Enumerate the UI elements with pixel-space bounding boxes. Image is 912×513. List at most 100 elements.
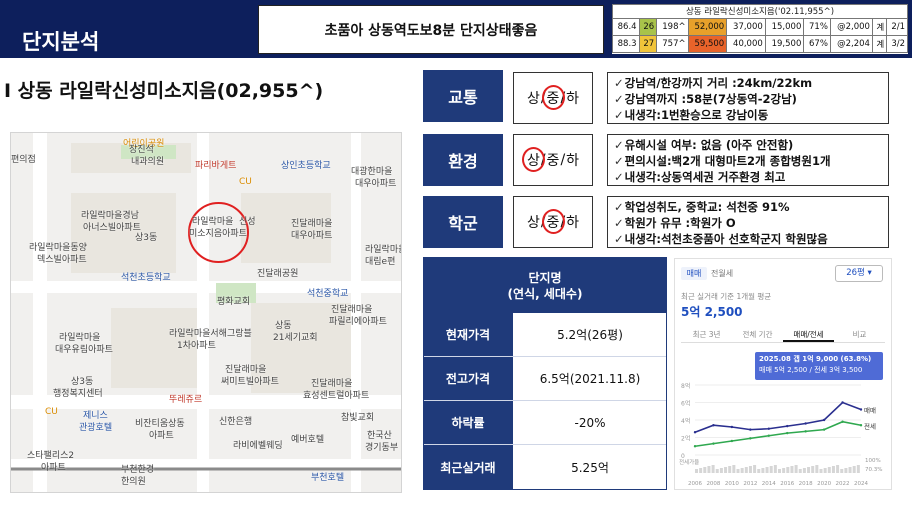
map-label: 스타팰리스2 — [27, 451, 75, 461]
price-line-chart: 0 2억 4억 6억 8억매매전세전세가율 100% 70.3% 2006 2008 2010 20… — [679, 382, 882, 487]
grade-low: 하 — [566, 153, 580, 169]
map-label: 상동 — [275, 321, 292, 331]
grade-high: 상 — [526, 91, 540, 107]
map-label: 석천중학교 — [307, 289, 349, 299]
check-icon: ✓ — [614, 216, 624, 230]
mini-cell: 2/1 — [886, 18, 908, 36]
y-tick-label: 2억 — [681, 435, 690, 443]
map-label: 효성센트럴아파트 — [303, 391, 370, 401]
map-label: 대광한마을 — [351, 167, 393, 177]
ratio-bar — [732, 465, 736, 473]
ratio-bar — [736, 469, 740, 473]
map-label: 라일락마을 — [59, 333, 101, 343]
mini-cell: 3/2 — [886, 35, 908, 53]
ratio-bar — [807, 467, 811, 473]
data-point — [822, 418, 826, 422]
map-label: CU — [45, 407, 58, 417]
map-label: 라일락마을 — [365, 245, 401, 255]
map-label: 아파트 — [41, 463, 66, 473]
x-tick-label: 2014 — [762, 481, 776, 487]
data-point — [859, 408, 863, 411]
note-item: ✓내생각:석천초중품아 선호학군지 학원많음 — [614, 232, 828, 246]
map-label: 경기동부 — [365, 443, 399, 453]
category-label-school: 학군 — [423, 196, 503, 248]
map-label: 1차아파트 — [177, 341, 216, 351]
mini-table-title: 상동 라일락신성미소지음('02.11,955^) — [612, 4, 908, 18]
ratio-top-label: 100% — [865, 458, 881, 464]
price-chart-panel: 매매 전월세 26평 ▾ 최근 실거래 기준 1개월 평균 5억 2,500 최… — [674, 258, 892, 490]
data-point — [749, 437, 752, 440]
map-label: 참빛교회 — [341, 413, 375, 423]
map-label: 미소지음아파트 — [189, 229, 247, 239]
ratio-bar — [844, 468, 848, 473]
ratio-bar — [848, 467, 852, 473]
map-label: 석천초등학교 — [121, 273, 171, 283]
note-item: ✓학업성취도, 중학교: 석천중 91% — [614, 200, 790, 214]
map-label: 파리바게트 — [195, 161, 237, 171]
data-point — [767, 427, 770, 430]
mini-cell: 757^ — [656, 35, 689, 53]
data-point — [712, 442, 715, 445]
ratio-bar — [773, 465, 777, 473]
mini-cell: @2,204 — [829, 35, 873, 53]
ratio-bar — [778, 469, 781, 473]
category-label-environment: 환경 — [423, 134, 503, 186]
map-label: 신한은행 — [219, 417, 253, 427]
ratio-bar — [724, 467, 728, 473]
neighborhood-map[interactable]: 어린이공원 편의점 장진석 내과의원 파리바게트 CU 상인초등학교 대광한마을… — [10, 132, 402, 493]
y-tick-label: 8억 — [681, 382, 690, 390]
mini-cell: 15,000 — [764, 18, 805, 36]
mini-cell: @2,000 — [829, 18, 873, 36]
data-point — [841, 401, 844, 404]
ratio-bar — [852, 466, 856, 473]
check-icon: ✓ — [614, 76, 624, 90]
ratio-bar — [790, 466, 794, 473]
map-label: 라일락마을경남 — [81, 211, 139, 221]
x-tick-label: 2022 — [836, 481, 850, 487]
header-divider — [0, 56, 912, 58]
grade-high: 상 — [526, 215, 540, 231]
school-notes: ✓학업성취도, 중학교: 석천중 91% ✓학원가 유무 :학원가 O ✓내생각… — [607, 196, 889, 248]
map-label: 대림e편 — [365, 257, 396, 267]
note-item: ✓유해시설 여부: 없음 (아주 안전함) — [614, 138, 794, 152]
ratio-bar — [719, 468, 723, 473]
mini-cell: 40,000 — [726, 35, 766, 53]
map-label: 행정복지센터 — [53, 389, 103, 399]
ratio-bar — [815, 465, 819, 473]
map-label: 한의원 — [121, 477, 146, 487]
analysis-page: 단지분석 초품아 상동역도보8분 단지상태좋음 상동 라일락신성미소지음('02… — [0, 0, 912, 513]
legend-label: 매매 — [864, 407, 876, 415]
map-label: 상인초등학교 — [281, 161, 331, 171]
ratio-bar — [802, 468, 806, 473]
data-point — [730, 425, 734, 429]
complex-title: I 상동 라일락신성미소지음(02,955^) — [4, 80, 324, 102]
data-point — [767, 434, 770, 437]
ratio-bar — [836, 465, 840, 473]
ratio-bar — [748, 466, 752, 473]
category-label-traffic: 교통 — [423, 70, 503, 122]
ratio-bar — [715, 469, 719, 473]
environment-notes: ✓유해시설 여부: 없음 (아주 안전함) ✓편의시설:백2개 대형마트2개 종… — [607, 134, 889, 186]
data-point — [786, 424, 789, 428]
grade-mid: 중 — [546, 153, 560, 169]
map-label: 아너스빌아파트 — [83, 223, 141, 233]
mini-cell: 계 — [871, 35, 888, 53]
x-tick-label: 2020 — [817, 481, 831, 487]
map-label: 아파트 — [149, 431, 174, 441]
map-label: 편의점 — [11, 155, 36, 165]
note-item: ✓강남역까지 :58분(7상동역-2강남) — [614, 92, 797, 106]
ratio-bar — [765, 467, 769, 473]
map-label: 평화교회 — [217, 297, 251, 307]
ratio-bar — [703, 467, 707, 473]
grade-box-environment: 상 / 중 / 하 — [513, 134, 593, 186]
headline-box: 초품아 상동역도보8분 단지상태좋음 — [258, 5, 604, 54]
check-icon: ✓ — [614, 138, 624, 152]
ratio-bar — [840, 469, 844, 473]
map-label: 진달래마을 — [311, 379, 353, 389]
note-item: ✓편의시설:백2개 대형마트2개 종합병원1개 — [614, 154, 831, 168]
grade-high-selected: 상 — [521, 147, 545, 172]
map-label: 상3동 — [135, 233, 158, 243]
ratio-bar — [798, 469, 802, 473]
map-label: 파릴리에아파트 — [329, 317, 387, 327]
mini-cell: 88.3 — [612, 35, 640, 53]
